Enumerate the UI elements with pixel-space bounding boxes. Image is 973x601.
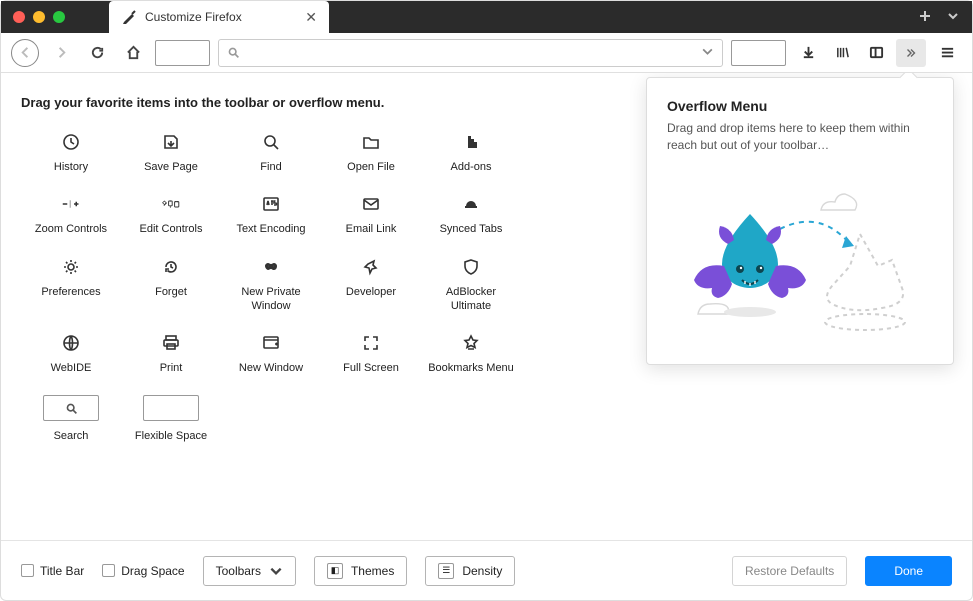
minimize-window-button[interactable] (33, 11, 45, 23)
new-tab-button[interactable] (918, 9, 932, 26)
palette-item-new-private-window[interactable]: New Private Window (221, 257, 321, 314)
done-button[interactable]: Done (865, 556, 952, 586)
palette-item-new-window[interactable]: New Window (221, 333, 321, 375)
back-button[interactable] (11, 39, 39, 67)
palette-item-open-file[interactable]: Open File (321, 132, 421, 174)
palette-item-flexible-space[interactable]: Flexible Space (121, 395, 221, 443)
density-button[interactable]: ☰ Density (425, 556, 515, 586)
url-bar[interactable] (218, 39, 723, 67)
window-controls (13, 11, 65, 23)
developer-icon (361, 257, 381, 277)
library-button[interactable] (828, 39, 856, 67)
private-window-icon (261, 257, 281, 277)
new-window-icon (261, 333, 281, 353)
home-button[interactable] (119, 39, 147, 67)
addons-icon (461, 132, 481, 152)
tab-title: Customize Firefox (145, 10, 242, 24)
palette-item-preferences[interactable]: Preferences (21, 257, 121, 314)
palette-item-text-encoding[interactable]: Text Encoding (221, 194, 321, 236)
tabs-dropdown-button[interactable] (946, 9, 960, 26)
palette-item-forget[interactable]: Forget (121, 257, 221, 314)
palette-item-search[interactable]: Search (21, 395, 121, 443)
search-icon (227, 46, 240, 59)
shield-icon (461, 257, 481, 277)
synced-tabs-icon (461, 194, 481, 214)
palette-item-full-screen[interactable]: Full Screen (321, 333, 421, 375)
history-icon (61, 132, 81, 152)
palette-item-synced-tabs[interactable]: Synced Tabs (421, 194, 521, 236)
flexible-space-preview (143, 395, 199, 421)
palette-item-addons[interactable]: Add-ons (421, 132, 521, 174)
email-link-icon (361, 194, 381, 214)
bookmarks-menu-icon (461, 333, 481, 353)
palette-item-adblocker-ultimate[interactable]: AdBlocker Ultimate (421, 257, 521, 314)
forward-button[interactable] (47, 39, 75, 67)
overflow-menu-panel[interactable]: Overflow Menu Drag and drop items here t… (646, 77, 954, 365)
density-icon: ☰ (438, 563, 454, 579)
dragspace-checkbox[interactable]: Drag Space (102, 564, 184, 578)
forget-icon (161, 257, 181, 277)
toolbars-dropdown[interactable]: Toolbars (203, 556, 296, 586)
titlebar-right (918, 9, 960, 26)
zoom-controls-icon (61, 194, 81, 214)
webide-icon (61, 333, 81, 353)
open-file-icon (361, 132, 381, 152)
restore-defaults-button[interactable]: Restore Defaults (732, 556, 847, 586)
print-icon (161, 333, 181, 353)
urlbar-dropdown-icon[interactable] (701, 45, 714, 61)
palette-item-zoom-controls[interactable]: Zoom Controls (21, 194, 121, 236)
overflow-description: Drag and drop items here to keep them wi… (667, 120, 933, 154)
overflow-title: Overflow Menu (667, 98, 933, 114)
find-icon (261, 132, 281, 152)
themes-button[interactable]: ◧ Themes (314, 556, 407, 586)
customize-footer: Title Bar Drag Space Toolbars ◧ Themes ☰… (1, 540, 972, 600)
palette-item-print[interactable]: Print (121, 333, 221, 375)
paintbrush-icon (121, 9, 137, 25)
navigation-toolbar (1, 33, 972, 73)
checkbox-icon (21, 564, 34, 577)
palette-item-find[interactable]: Find (221, 132, 321, 174)
close-window-button[interactable] (13, 11, 25, 23)
palette-item-history[interactable]: History (21, 132, 121, 174)
search-field-preview (43, 395, 99, 421)
chevron-down-icon (269, 564, 283, 578)
titlebar: Customize Firefox ✕ (1, 1, 972, 33)
browser-tab[interactable]: Customize Firefox ✕ (109, 1, 329, 33)
sidebar-button[interactable] (862, 39, 890, 67)
checkbox-icon (102, 564, 115, 577)
customize-content: Drag your favorite items into the toolba… (1, 73, 972, 540)
text-encoding-icon (261, 194, 281, 214)
edit-controls-icon (161, 194, 181, 214)
maximize-window-button[interactable] (53, 11, 65, 23)
save-page-icon (161, 132, 181, 152)
menu-button[interactable] (932, 39, 962, 67)
palette-item-email-link[interactable]: Email Link (321, 194, 421, 236)
themes-icon: ◧ (327, 563, 343, 579)
overflow-menu-button[interactable] (896, 39, 926, 67)
palette-item-webide[interactable]: WebIDE (21, 333, 121, 375)
flexible-space-toolbar-2[interactable] (731, 40, 786, 66)
full-screen-icon (361, 333, 381, 353)
titlebar-checkbox[interactable]: Title Bar (21, 564, 84, 578)
overflow-illustration (667, 174, 933, 344)
palette-item-save-page[interactable]: Save Page (121, 132, 221, 174)
customization-palette: History Save Page Find Open File Add-ons… (21, 132, 581, 444)
flexible-space-toolbar[interactable] (155, 40, 210, 66)
close-tab-button[interactable]: ✕ (305, 10, 317, 24)
palette-item-edit-controls[interactable]: Edit Controls (121, 194, 221, 236)
palette-item-developer[interactable]: Developer (321, 257, 421, 314)
reload-button[interactable] (83, 39, 111, 67)
downloads-button[interactable] (794, 39, 822, 67)
palette-item-bookmarks-menu[interactable]: Bookmarks Menu (421, 333, 521, 375)
preferences-icon (61, 257, 81, 277)
